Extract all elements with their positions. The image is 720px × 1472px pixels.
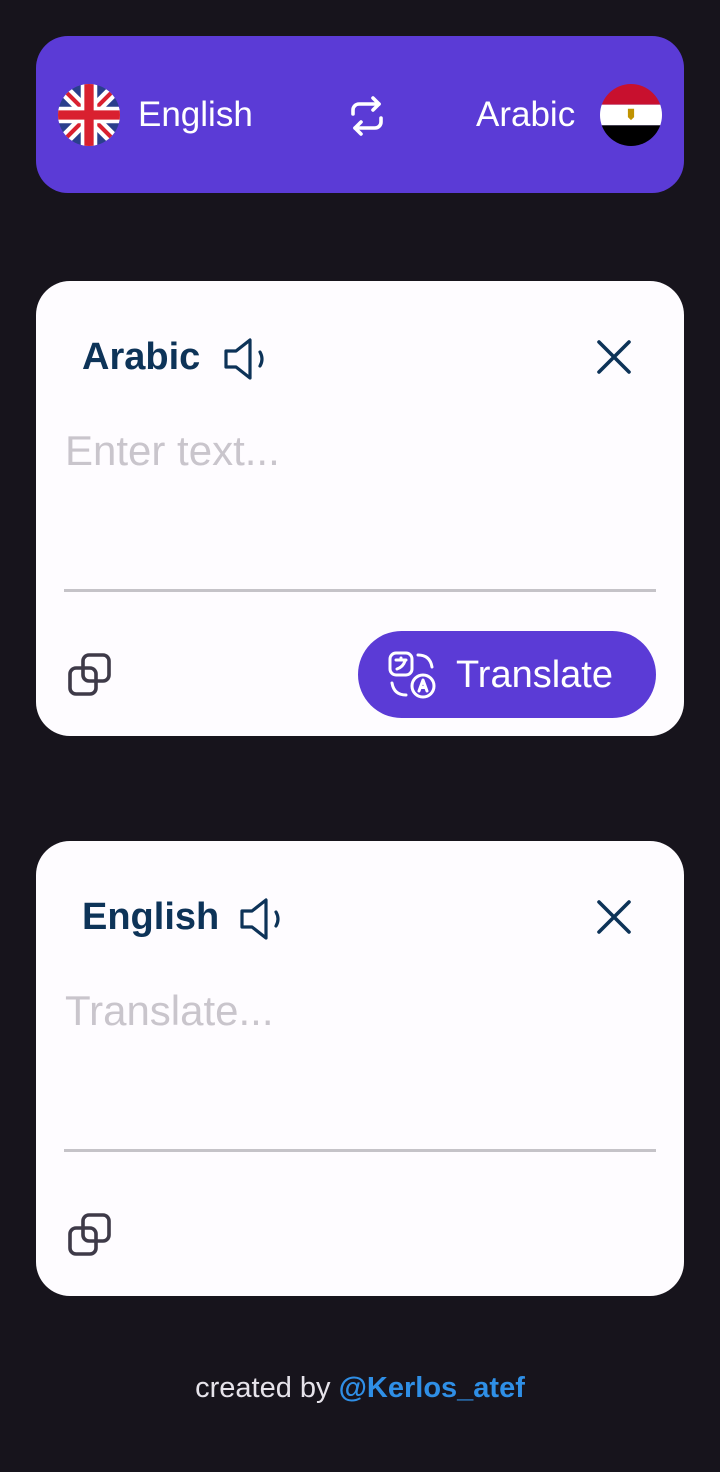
- source-language-label[interactable]: English: [138, 95, 253, 135]
- clear-output-button[interactable]: [596, 899, 632, 935]
- source-text-input[interactable]: Enter text...: [65, 427, 280, 475]
- copy-icon[interactable]: [66, 1211, 114, 1259]
- input-card: Arabic Enter text... Translate: [36, 281, 684, 736]
- footer-prefix: created by: [195, 1372, 331, 1404]
- copy-icon[interactable]: [66, 651, 114, 699]
- clear-input-button[interactable]: [596, 339, 632, 375]
- author-handle-link[interactable]: @Kerlos_atef: [339, 1372, 525, 1404]
- output-language-label: English: [82, 896, 220, 938]
- output-underline: [64, 1149, 656, 1152]
- translate-icon: [388, 651, 436, 699]
- footer-credit: created by @Kerlos_atef: [0, 1370, 720, 1406]
- output-card: English Translate...: [36, 841, 684, 1296]
- swap-icon[interactable]: [343, 92, 391, 140]
- translate-button-label: Translate: [456, 654, 613, 696]
- input-language-label: Arabic: [82, 336, 201, 378]
- translate-button[interactable]: Translate: [358, 631, 656, 718]
- language-selector-bar: English Arabic: [36, 36, 684, 193]
- speaker-icon[interactable]: [238, 896, 286, 942]
- input-underline: [64, 589, 656, 592]
- target-language-label[interactable]: Arabic: [476, 95, 575, 135]
- egypt-flag-icon[interactable]: [600, 84, 662, 146]
- translated-text-output[interactable]: Translate...: [65, 987, 274, 1035]
- uk-flag-icon[interactable]: [58, 84, 120, 146]
- speaker-icon[interactable]: [222, 336, 270, 382]
